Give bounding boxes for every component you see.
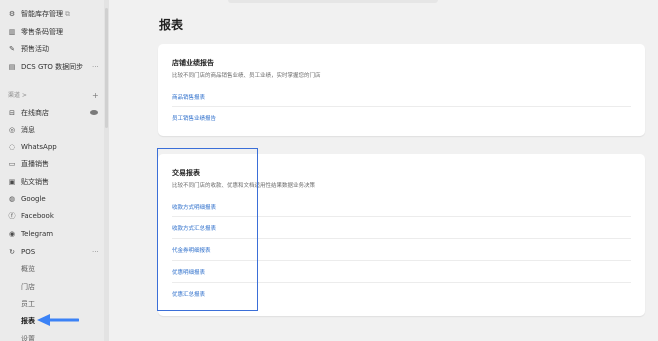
sidebar-item-label: POS [21,248,36,256]
report-link-staff-sales[interactable]: 员工销售业绩报告 [172,114,216,122]
sidebar-item-label: DCS GTO 数据同步 [21,63,84,71]
sidebar-subitem-label: 设置 [21,335,35,341]
sidebar-subitem-label: 员工 [21,300,35,308]
sidebar-item-label: 零售条码管理 [21,28,63,36]
presale-icon: ✎ [9,44,15,53]
message-icon: ◎ [8,125,16,134]
telegram-icon: ◉ [8,229,16,238]
pos-icon: ↻ [9,247,15,256]
sidebar-item-telegram[interactable]: ◉ Telegram [0,226,106,242]
sidebar-item-pos[interactable]: ↻ POS ··· [0,244,106,260]
sidebar-item-presale[interactable]: ✎ 预售活动 [0,41,106,57]
divider [172,106,631,107]
annotation-highlight-box [157,148,258,311]
add-channel-icon[interactable]: + [92,91,99,100]
sidebar-item-label: 在线商店 [21,109,49,117]
channels-header-label: 渠道 > [8,92,27,99]
sidebar-item-inventory[interactable]: ⚙ 智能库存管理 ⧉ [0,6,106,22]
sidebar-item-barcode[interactable]: ▥ 零售条码管理 [0,24,106,40]
page-title: 报表 [159,18,184,32]
sidebar-item-dcs-sync[interactable]: ▤ DCS GTO 数据同步 ··· [0,59,106,75]
annotation-arrow-icon [37,314,79,326]
store-performance-card: 店铺业绩报告 比较不同门店的商品销售业绩、员工业绩，实时掌握您的门店 商品销售报… [158,44,645,136]
sidebar-subitem-label: 报表 [21,317,35,325]
pos-reports-page: ⚙ 智能库存管理 ⧉ ▥ 零售条码管理 ✎ 预售活动 ▤ DCS GTO 数据同步… [0,0,658,341]
sidebar-item-label: 消息 [21,126,35,134]
sidebar-item-whatsapp[interactable]: ◌ WhatsApp [0,139,106,155]
sidebar-item-posts[interactable]: ▣ 贴文销售 [0,174,106,190]
sidebar: ⚙ 智能库存管理 ⧉ ▥ 零售条码管理 ✎ 预售活动 ▤ DCS GTO 数据同步… [0,0,106,341]
sidebar-item-label: Telegram [21,230,54,238]
sidebar-item-label: 贴文销售 [21,178,49,186]
top-search-bar[interactable] [228,0,438,3]
google-icon: ◍ [8,194,16,203]
store-icon: ⊟ [9,108,15,117]
sidebar-item-label: 直播销售 [21,160,49,168]
barcode-icon: ▥ [8,27,16,36]
facebook-icon: ⓕ [8,211,16,220]
sidebar-subitem-settings[interactable]: 设置 [0,331,106,341]
sidebar-subitem-overview[interactable]: 概览 [0,261,106,277]
sidebar-item-label: WhatsApp [21,143,57,151]
sidebar-subitem-staff[interactable]: 员工 [0,296,106,312]
report-link-product-sales[interactable]: 商品销售报表 [172,93,205,101]
post-icon: ▣ [8,177,16,186]
card-description: 比较不同门店的商品销售业绩、员工业绩，实时掌握您的门店 [172,73,321,79]
whatsapp-icon: ◌ [8,142,16,151]
sidebar-subitem-label: 门店 [21,283,35,291]
sidebar-item-live[interactable]: ▭ 直播销售 [0,156,106,172]
sidebar-item-google[interactable]: ◍ Google [0,191,106,207]
sidebar-item-label: Facebook [21,212,54,220]
sidebar-item-label: 智能库存管理 [21,10,63,18]
eye-icon[interactable] [90,110,98,115]
live-icon: ▭ [8,159,16,168]
sidebar-subitem-label: 概览 [21,265,35,273]
more-icon[interactable]: ··· [92,248,99,256]
sidebar-item-facebook[interactable]: ⓕ Facebook [0,208,106,224]
card-title: 店铺业绩报告 [172,59,214,67]
sidebar-item-online-store[interactable]: ⊟ 在线商店 [0,105,106,121]
sidebar-subitem-stores[interactable]: 门店 [0,279,106,295]
channels-header[interactable]: 渠道 > + [0,88,106,104]
more-icon[interactable]: ··· [92,63,99,71]
external-link-icon: ⧉ [65,10,70,18]
inventory-icon: ⚙ [8,9,16,18]
sidebar-item-label: Google [21,195,46,203]
sync-icon: ▤ [8,62,16,71]
sidebar-item-messages[interactable]: ◎ 消息 [0,122,106,138]
sidebar-scroll-thumb[interactable] [105,8,108,128]
sidebar-item-label: 预售活动 [21,45,49,53]
